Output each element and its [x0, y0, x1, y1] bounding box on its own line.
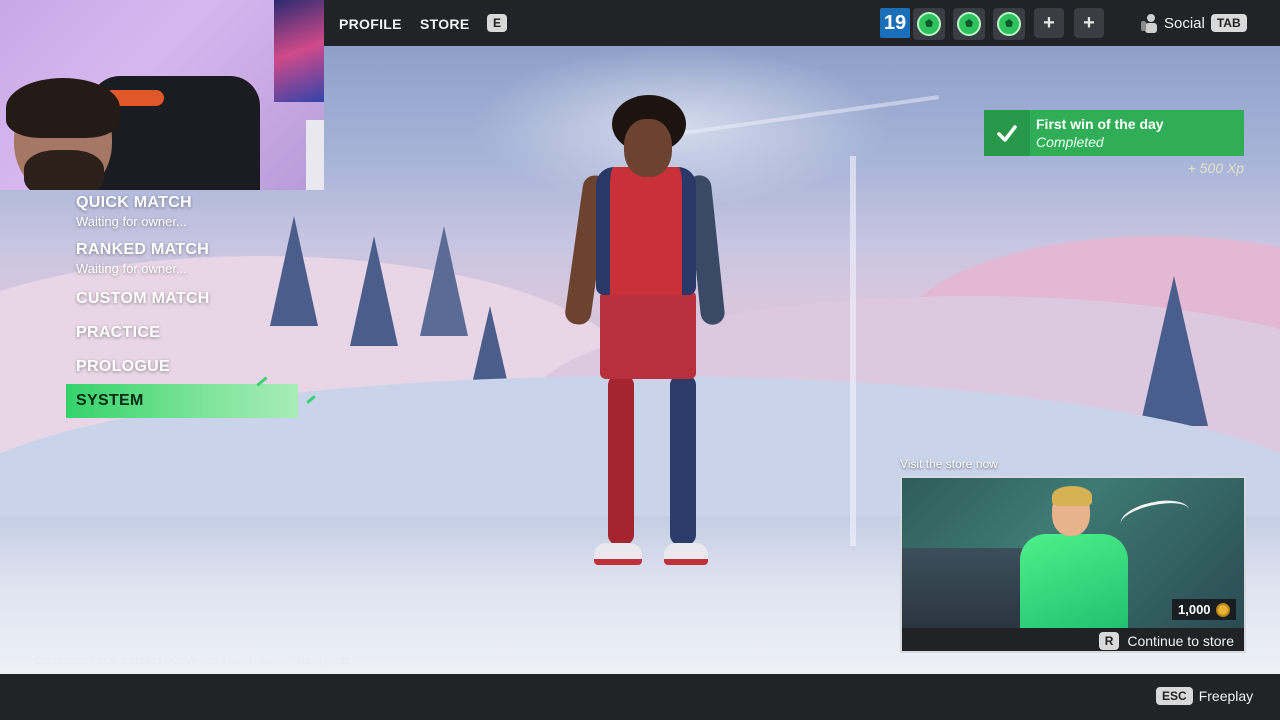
- player-level-badge: 19: [880, 8, 910, 38]
- nav-profile[interactable]: PROFILE: [339, 16, 402, 32]
- webcam-overlay: [0, 0, 324, 190]
- add-slot-button[interactable]: +: [1074, 8, 1104, 38]
- selection-accent: [306, 395, 316, 404]
- player-boot: [664, 543, 708, 565]
- wall-unit: [306, 120, 324, 190]
- streamer-hair: [6, 78, 120, 138]
- plus-icon: +: [1043, 12, 1055, 34]
- menu-item-status: Waiting for owner...: [76, 261, 187, 276]
- player-leg: [608, 375, 634, 545]
- streamer-beard: [24, 150, 104, 190]
- freeplay-button[interactable]: ESC Freeplay: [1156, 687, 1253, 705]
- freeplay-label: Freeplay: [1198, 688, 1254, 704]
- menu-item-label: QUICK MATCH: [76, 194, 192, 211]
- menu-item-label: PRACTICE: [76, 324, 161, 341]
- menu-item-label: PROLOGUE: [76, 358, 170, 375]
- signature-graphic: [1117, 495, 1193, 539]
- social-label: Social: [1164, 14, 1205, 32]
- player-jersey: [596, 167, 696, 295]
- ball-slot[interactable]: [953, 8, 985, 40]
- player-leg: [670, 375, 696, 545]
- player-character: [560, 95, 726, 575]
- menu-item-status: Waiting for owner...: [76, 214, 187, 229]
- person-icon: [1141, 14, 1157, 33]
- add-slot-button[interactable]: +: [1034, 8, 1064, 38]
- player-boot: [594, 543, 642, 565]
- continue-to-store-button[interactable]: R Continue to store: [902, 628, 1244, 651]
- menu-item-prologue[interactable]: PROLOGUE: [66, 356, 326, 378]
- menu-item-custom-match[interactable]: CUSTOM MATCH: [66, 288, 326, 310]
- store-promo-card[interactable]: 1,000 R Continue to store: [900, 476, 1246, 653]
- menu-item-practice[interactable]: PRACTICE: [66, 322, 326, 344]
- promo-goalkeeper-hair: [1052, 486, 1092, 506]
- xp-reward: + 500 Xp: [1187, 160, 1244, 176]
- continue-label: Continue to store: [1127, 632, 1234, 649]
- debug-info: CL: 151,892 | SCK: 151892 | SOSVer: 8.1 …: [34, 656, 351, 667]
- player-shorts: [600, 291, 696, 379]
- challenge-title: First win of the day: [1036, 116, 1164, 132]
- coin-icon: [1215, 602, 1230, 617]
- bottom-bar: [0, 674, 1280, 720]
- social-key-hint: TAB: [1210, 14, 1247, 32]
- menu-item-system[interactable]: SYSTEM: [66, 376, 316, 418]
- ball-icon: [957, 12, 981, 36]
- price-tag: 1,000: [1172, 599, 1236, 620]
- store-promo-caption: Visit the store now: [900, 457, 998, 471]
- esc-key-hint: ESC: [1156, 687, 1193, 705]
- ball-slot[interactable]: [913, 8, 945, 40]
- check-icon: [997, 125, 1017, 142]
- ball-icon: [917, 12, 941, 36]
- pine-tree: [350, 236, 398, 346]
- promo-image: 1,000: [902, 478, 1244, 634]
- ball-icon: [997, 12, 1021, 36]
- menu-item-label: CUSTOM MATCH: [76, 290, 210, 307]
- main-menu: QUICK MATCH Waiting for owner... RANKED …: [66, 192, 326, 420]
- promo-city: [902, 548, 1022, 628]
- social-button[interactable]: Social TAB: [1140, 13, 1247, 33]
- menu-item-label: SYSTEM: [76, 392, 144, 409]
- challenge-status: Completed: [1036, 134, 1104, 150]
- nav-store[interactable]: STORE: [420, 16, 469, 32]
- plus-icon: +: [1083, 12, 1095, 34]
- menu-item-quick-match[interactable]: QUICK MATCH Waiting for owner...: [66, 192, 326, 231]
- continue-key-hint: R: [1098, 631, 1120, 650]
- promo-goalkeeper: [1020, 534, 1128, 634]
- wall-poster: [274, 0, 324, 102]
- price-value: 1,000: [1178, 602, 1211, 617]
- store-key-hint: E: [487, 14, 508, 32]
- ball-slot[interactable]: [993, 8, 1025, 40]
- menu-item-label: RANKED MATCH: [76, 241, 210, 258]
- pine-tree: [1140, 276, 1208, 426]
- menu-item-ranked-match[interactable]: RANKED MATCH Waiting for owner...: [66, 239, 326, 278]
- daily-challenge-card: First win of the day Completed: [984, 110, 1244, 156]
- goal-post: [850, 156, 856, 546]
- challenge-check: [984, 110, 1030, 156]
- player-head: [624, 119, 672, 177]
